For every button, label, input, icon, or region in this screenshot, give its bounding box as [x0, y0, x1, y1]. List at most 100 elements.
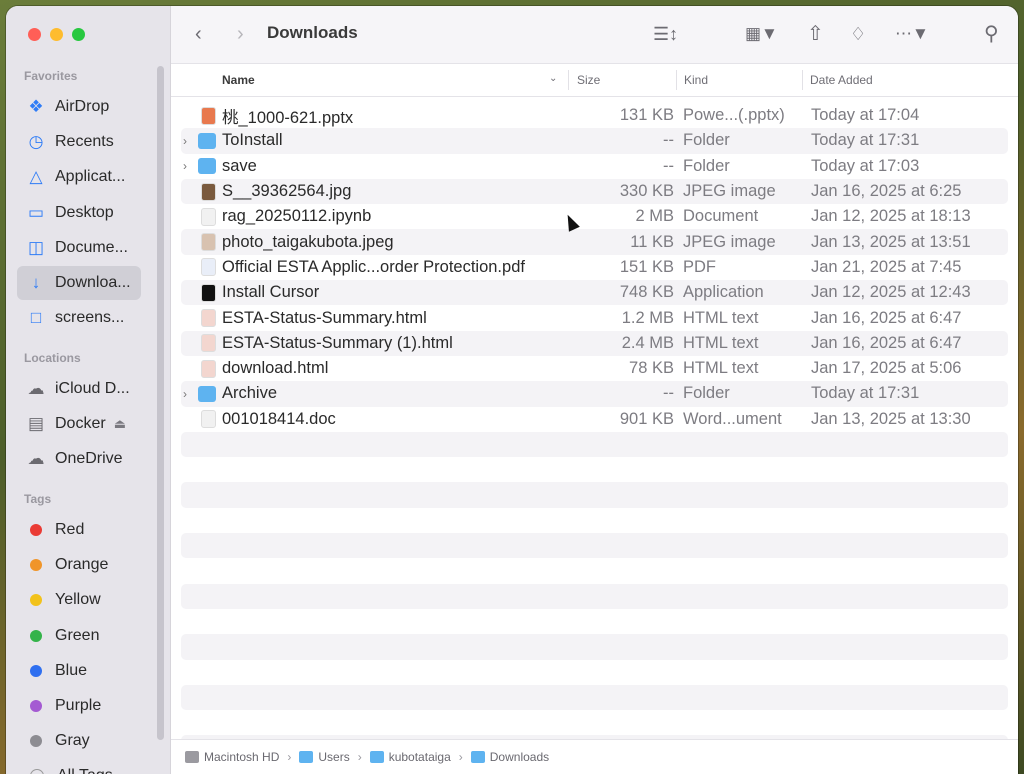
file-icon	[201, 233, 216, 252]
table-row[interactable]: Install Cursor 748 KB Application Jan 12, 2…	[181, 280, 1008, 306]
file-size: --	[663, 156, 674, 175]
table-row[interactable]: S__39362564.jpg 330 KB JPEG image Jan 16, 2…	[181, 178, 1008, 205]
name-column-header[interactable]: Name	[222, 73, 255, 87]
table-row[interactable]: › Archive -- Folder Today at 17:31	[181, 381, 1008, 407]
sidebar-item-label: All Tags...	[57, 767, 126, 774]
file-kind: Folder	[683, 156, 730, 175]
sidebar-item-3[interactable]: ▭ Desktop	[17, 196, 141, 230]
file-size: 11 KB	[630, 232, 674, 251]
sidebar-tag-0[interactable]: Red	[17, 513, 141, 547]
eject-icon[interactable]: ⏏	[114, 416, 126, 432]
table-row[interactable]: photo_taigakubota.jpeg 11 KB JPEG image Jan…	[181, 229, 1008, 255]
table-row[interactable]: 桃_1000-621.pptx 131 KB Powe...(.pptx) Today…	[181, 103, 1008, 128]
table-row[interactable]: › save -- Folder Today at 17:03	[181, 154, 1008, 179]
back-button[interactable]: ‹	[195, 24, 202, 44]
sidebar-tag-1[interactable]: Orange	[17, 548, 141, 582]
tag-color-dot	[30, 664, 42, 677]
disclosure-chevron-icon[interactable]: ›	[183, 387, 193, 401]
sidebar-location-1[interactable]: ▤ Docker ⏏	[17, 407, 141, 441]
sidebar-item-2[interactable]: △ Applicat...	[17, 160, 141, 194]
breadcrumb-item[interactable]: › Downloads	[459, 750, 549, 764]
breadcrumb-item[interactable]: Macintosh HD	[185, 750, 279, 764]
file-kind: Folder	[683, 384, 730, 403]
file-kind: HTML text	[683, 308, 759, 327]
file-kind: Document	[683, 207, 759, 226]
file-name: 001018414.doc	[222, 409, 336, 428]
table-row[interactable]: › ToInstall -- Folder Today at 17:31	[181, 128, 1008, 154]
tag-color-dot	[30, 594, 42, 607]
zoom-button[interactable]	[72, 28, 85, 41]
sidebar-item-4[interactable]: ◫ Docume...	[17, 231, 141, 265]
tags-heading: Tags	[24, 492, 52, 506]
file-size: 78 KB	[629, 359, 674, 378]
file-size: 1.2 MB	[621, 308, 674, 327]
column-divider[interactable]	[802, 70, 803, 90]
applications-icon: △	[29, 167, 43, 187]
file-date-added: Jan 12, 2025 at 18:13	[811, 207, 971, 226]
sidebar-location-0[interactable]: ☁ iCloud D...	[17, 372, 141, 406]
file-kind: Folder	[683, 131, 730, 150]
folder-icon: □	[30, 308, 42, 328]
table-row[interactable]: 001018414.doc 901 KB Word...ument Jan 13, 2…	[181, 407, 1008, 432]
sidebar-item-6[interactable]: □ screens...	[17, 301, 141, 335]
disk-icon: ▤	[27, 414, 45, 434]
sidebar-item-label: Red	[55, 521, 85, 538]
forward-button[interactable]: ›	[237, 24, 244, 44]
kind-column-header[interactable]: Kind	[684, 73, 708, 87]
file-date-added: Jan 21, 2025 at 7:45	[811, 257, 962, 276]
sidebar-tag-6[interactable]: Gray	[17, 724, 141, 758]
sidebar-tag-7[interactable]: All Tags...	[17, 759, 141, 774]
table-row[interactable]: download.html 78 KB HTML text Jan 17, 2025 …	[181, 356, 1008, 381]
desktop-icon: ▭	[27, 202, 45, 222]
share-icon[interactable]: ⇧	[807, 24, 824, 44]
table-row[interactable]: ESTA-Status-Summary.html 1.2 MB HTML text J…	[181, 305, 1008, 330]
cloud-icon: ☁	[27, 449, 45, 469]
disclosure-chevron-icon[interactable]: ›	[183, 159, 193, 173]
close-button[interactable]	[28, 28, 41, 41]
sidebar-item-label: Applicat...	[55, 168, 126, 186]
more-actions-icon[interactable]: ⋯▼	[895, 24, 929, 44]
disclosure-chevron-icon[interactable]: ›	[183, 134, 193, 148]
sidebar-location-2[interactable]: ☁ OneDrive	[17, 442, 141, 476]
sidebar-tag-2[interactable]: Yellow	[17, 583, 141, 617]
sort-chevron-icon[interactable]: ⌄	[549, 73, 557, 84]
folder-icon	[470, 751, 485, 763]
file-date-added: Jan 12, 2025 at 12:43	[811, 283, 971, 302]
sidebar-item-0[interactable]: ❖ AirDrop	[17, 90, 141, 124]
sidebar-item-label: Gray	[55, 732, 90, 750]
group-by-icon[interactable]: ▦▼	[745, 24, 778, 44]
sidebar-item-label: iCloud D...	[55, 380, 130, 397]
column-divider[interactable]	[568, 70, 569, 90]
empty-row	[181, 558, 1008, 583]
sidebar-scrollbar[interactable]	[157, 66, 164, 740]
breadcrumb-item[interactable]: › kubotataiga	[358, 750, 451, 764]
search-icon[interactable]: ⚲	[984, 24, 999, 44]
tag-color-dot	[30, 700, 42, 712]
sidebar-tag-3[interactable]: Green	[17, 619, 141, 653]
sidebar-tag-5[interactable]: Purple	[17, 689, 141, 723]
file-kind: JPEG image	[683, 182, 776, 201]
file-kind: PDF	[683, 257, 716, 276]
file-date-added: Jan 16, 2025 at 6:25	[811, 182, 962, 201]
file-name: Install Cursor	[222, 283, 320, 302]
sidebar-tag-4[interactable]: Blue	[17, 654, 141, 688]
size-column-header[interactable]: Size	[577, 73, 600, 87]
cloud-icon: ☁	[27, 379, 45, 398]
file-kind: HTML text	[683, 333, 759, 352]
sidebar-item-1[interactable]: ◷ Recents	[17, 125, 141, 159]
date-added-column-header[interactable]: Date Added	[810, 73, 873, 87]
minimize-button[interactable]	[50, 28, 63, 41]
tag-icon[interactable]: ♢	[850, 24, 866, 44]
file-name: ToInstall	[222, 131, 283, 150]
breadcrumb-item[interactable]: › Users	[287, 750, 349, 764]
empty-row	[181, 533, 1008, 559]
table-row[interactable]: rag_20250112.ipynb 2 MB Document Jan 12, 20…	[181, 204, 1008, 229]
table-row[interactable]: ESTA-Status-Summary (1).html 2.4 MB HTML t…	[181, 330, 1008, 356]
favorites-heading: Favorites	[24, 69, 78, 83]
folder-icon	[198, 385, 216, 402]
list-view-icon[interactable]: ☰↕	[653, 24, 678, 44]
column-divider[interactable]	[676, 70, 677, 90]
table-row[interactable]: Official ESTA Applic...order Protection.…	[181, 255, 1008, 280]
file-date-added: Jan 16, 2025 at 6:47	[811, 308, 962, 327]
sidebar-item-5[interactable]: ↓ Downloa...	[17, 266, 141, 300]
